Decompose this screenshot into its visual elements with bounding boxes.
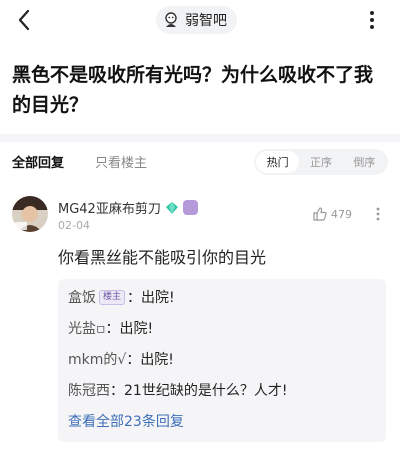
reply-text: 出院!	[140, 352, 174, 368]
reply-colon: ：	[110, 383, 124, 399]
chevron-left-icon	[18, 9, 30, 31]
comment-text: 你看黑丝能不能吸引你的目光	[58, 248, 267, 267]
op-tag: 楼主	[99, 289, 126, 305]
username[interactable]: MG42亚麻布剪刀	[58, 198, 161, 217]
reply-item[interactable]: mkm的√ ： 出院!	[68, 349, 174, 369]
comment-date: 02-04	[58, 219, 90, 232]
reply-author[interactable]: 盒饭	[68, 287, 96, 307]
post-title: 黑色不是吸收所有光吗？为什么吸收不了我的目光？	[12, 64, 374, 116]
forum-name: 弱智吧	[185, 13, 227, 29]
gem-badge-icon	[165, 201, 178, 214]
reply-item[interactable]: 光盐▫ ： 出院!	[68, 318, 153, 338]
filter-all-replies[interactable]: 全部回复	[12, 152, 64, 171]
filter-op-only[interactable]: 只看楼主	[95, 152, 147, 171]
more-dots-icon	[376, 207, 380, 221]
comment-more-button[interactable]	[370, 206, 386, 222]
sort-ascending[interactable]: 正序	[299, 151, 342, 173]
comment-author: MG42亚麻布剪刀	[58, 198, 198, 217]
section-divider	[0, 134, 400, 142]
reply-text: 21世纪缺的是什么？人才!	[124, 383, 288, 399]
view-all-replies-link[interactable]: 查看全部23条回复	[68, 411, 184, 431]
top-bar: 弱智吧	[0, 0, 400, 44]
reply-box: 盒饭 楼主 ： 出院! 光盐▫ ： 出院! mkm的√ ： 出院! 陈冠西 ： …	[58, 279, 386, 442]
thumbs-up-icon	[313, 207, 327, 221]
reply-colon: ：	[126, 352, 141, 368]
back-button[interactable]	[10, 6, 38, 34]
more-dots-icon	[370, 11, 374, 29]
reply-text: 出院!	[141, 290, 175, 306]
forum-pill[interactable]: 弱智吧	[156, 6, 237, 34]
reply-filter-bar: 全部回复 只看楼主 热门 正序 倒序	[0, 142, 400, 182]
forum-logo-icon	[162, 11, 180, 29]
like-button[interactable]: 479	[312, 206, 352, 222]
reply-colon: ：	[127, 290, 142, 306]
reply-text: 出院!	[119, 321, 154, 337]
level-badge-icon	[182, 200, 198, 215]
reply-author[interactable]: 陈冠西	[68, 380, 110, 400]
sort-hot[interactable]: 热门	[256, 151, 300, 173]
reply-item[interactable]: 陈冠西 ： 21世纪缺的是什么？人才!	[68, 380, 287, 400]
sort-descending[interactable]: 倒序	[343, 151, 386, 173]
like-count: 479	[331, 207, 352, 221]
avatar[interactable]	[12, 196, 48, 232]
reply-author[interactable]: mkm的√	[68, 349, 126, 369]
more-button[interactable]	[358, 6, 386, 34]
reply-author[interactable]: 光盐▫	[68, 318, 106, 338]
sort-toggle: 热门 正序 倒序	[254, 149, 388, 175]
reply-item[interactable]: 盒饭 楼主 ： 出院!	[68, 287, 175, 307]
reply-colon: ：	[105, 321, 120, 337]
